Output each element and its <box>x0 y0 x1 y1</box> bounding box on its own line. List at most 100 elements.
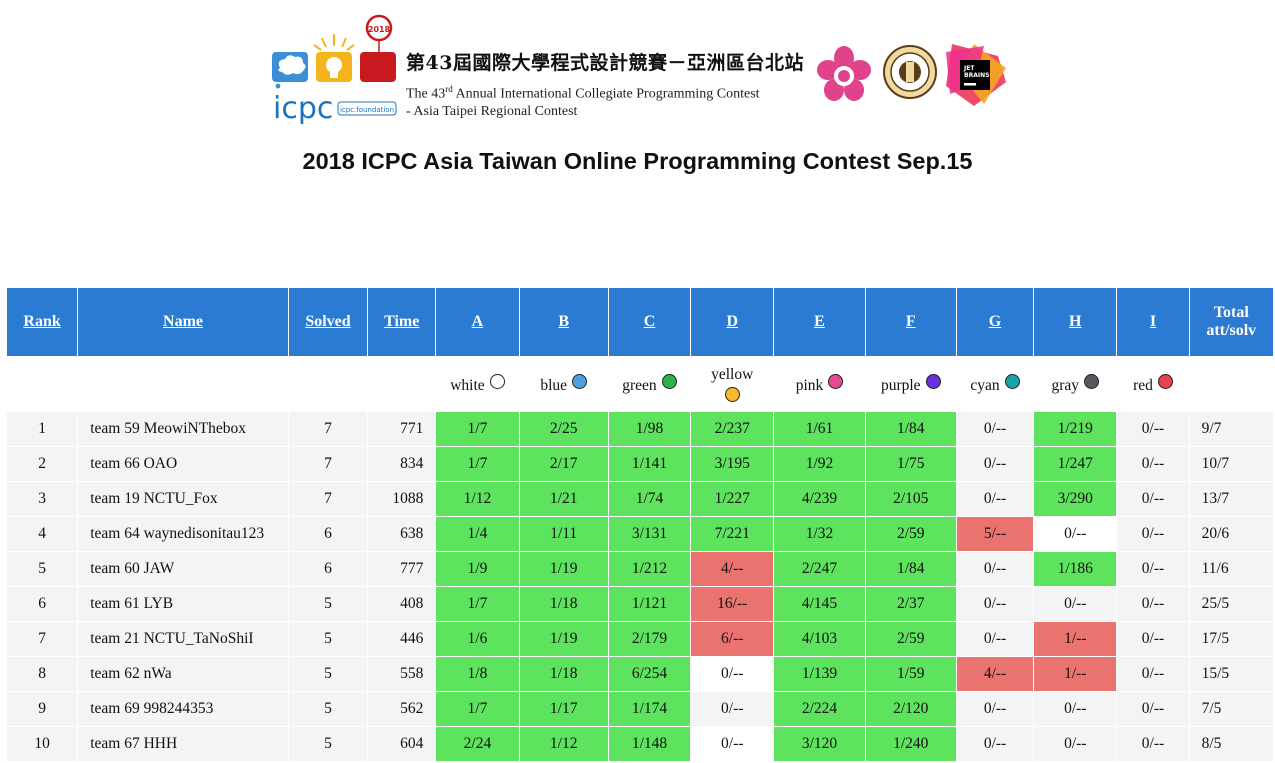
balloon-dot-icon <box>489 373 505 389</box>
svg-text:icpc.foundation: icpc.foundation <box>340 106 394 114</box>
header-problem-b[interactable]: B <box>519 288 608 356</box>
problem-result-cell: 0/-- <box>956 622 1034 656</box>
team-name-cell: team 21 NCTU_TaNoShiI <box>78 622 288 656</box>
header-name[interactable]: Name <box>78 288 288 356</box>
svg-text:2018: 2018 <box>368 25 391 34</box>
balloon-dot-icon <box>1157 373 1173 389</box>
problem-b-link[interactable]: B <box>558 313 569 330</box>
balloon-red: red <box>1117 357 1189 411</box>
icpc-logo: 2018 icpc icpc.foundation <box>272 14 397 124</box>
balloon-gray: gray <box>1034 357 1117 411</box>
time-cell: 562 <box>368 692 436 726</box>
problem-result-cell: 1/9 <box>436 552 519 586</box>
problem-e-link[interactable]: E <box>814 313 825 330</box>
rank-cell: 2 <box>7 447 78 481</box>
problem-c-link[interactable]: C <box>644 313 656 330</box>
problem-result-cell: 1/174 <box>608 692 691 726</box>
total-cell: 10/7 <box>1189 447 1273 481</box>
banner-text: 第43屆國際大學程式設計競賽－亞洲區台北站 The 43rd Annual In… <box>406 48 816 120</box>
solved-cell: 6 <box>288 552 368 586</box>
problem-result-cell: 3/290 <box>1034 482 1117 516</box>
problem-g-link[interactable]: G <box>989 313 1001 330</box>
solved-cell: 5 <box>288 657 368 691</box>
problem-result-cell: 1/21 <box>519 482 608 516</box>
time-cell: 604 <box>368 727 436 761</box>
problem-h-link[interactable]: H <box>1069 313 1081 330</box>
balloon-color-row: white blue green yellow pink purple cyan… <box>7 357 1273 411</box>
problem-result-cell: 0/-- <box>1034 587 1117 621</box>
svg-text:BRAINS: BRAINS <box>964 72 989 79</box>
problem-result-cell: 1/8 <box>436 657 519 691</box>
time-cell: 446 <box>368 622 436 656</box>
problem-result-cell: 0/-- <box>956 482 1034 516</box>
problem-result-cell: 0/-- <box>1117 727 1189 761</box>
svg-text:JET: JET <box>963 65 975 72</box>
total-cell: 8/5 <box>1189 727 1273 761</box>
header-problem-f[interactable]: F <box>865 288 956 356</box>
anniversary-flower-logo <box>817 46 871 101</box>
balloon-white: white <box>436 357 519 411</box>
header-problem-a[interactable]: A <box>436 288 519 356</box>
problem-result-cell: 1/121 <box>608 587 691 621</box>
problem-result-cell: 2/59 <box>865 517 956 551</box>
sort-rank-link[interactable]: Rank <box>23 313 60 330</box>
problem-result-cell: 0/-- <box>1117 552 1189 586</box>
header-problem-c[interactable]: C <box>608 288 691 356</box>
problem-result-cell: 1/-- <box>1034 622 1117 656</box>
header-problem-e[interactable]: E <box>774 288 865 356</box>
problem-a-link[interactable]: A <box>472 313 484 330</box>
problem-result-cell: 1/240 <box>865 727 956 761</box>
team-row: 9 team 69 998244353 5 562 1/7 1/17 1/174 0/-- 2/… <box>7 692 1273 726</box>
rank-cell: 5 <box>7 552 78 586</box>
problem-result-cell: 1/19 <box>519 552 608 586</box>
problem-result-cell: 1/84 <box>865 412 956 446</box>
time-cell: 834 <box>368 447 436 481</box>
problem-result-cell: 1/7 <box>436 692 519 726</box>
problem-result-cell: 1/98 <box>608 412 691 446</box>
header-problem-d[interactable]: D <box>691 288 774 356</box>
problem-result-cell: 0/-- <box>1117 622 1189 656</box>
contest-banner: 2018 icpc icpc.foundation 第43屆國際大學程式設計競賽… <box>268 12 1013 124</box>
header-rank[interactable]: Rank <box>7 288 78 356</box>
problem-result-cell: 1/12 <box>436 482 519 516</box>
problem-result-cell: 1/7 <box>436 412 519 446</box>
team-row: 5 team 60 JAW 6 777 1/9 1/19 1/212 4/-- 2/247 1/8… <box>7 552 1273 586</box>
balloon-blue: blue <box>519 357 608 411</box>
total-cell: 17/5 <box>1189 622 1273 656</box>
problem-result-cell: 1/59 <box>865 657 956 691</box>
problem-result-cell: 4/239 <box>774 482 865 516</box>
problem-result-cell: 1/4 <box>436 517 519 551</box>
problem-f-link[interactable]: F <box>906 313 916 330</box>
banner-title-en-2: - Asia Taipei Regional Contest <box>406 103 578 119</box>
team-row: 8 team 62 nWa 5 558 1/8 1/18 6/254 0/-- 1/139 1/5… <box>7 657 1273 691</box>
balloon-dot-icon <box>828 373 844 389</box>
problem-result-cell: 0/-- <box>691 692 774 726</box>
problem-result-cell: 2/24 <box>436 727 519 761</box>
problem-result-cell: 1/17 <box>519 692 608 726</box>
sort-solved-link[interactable]: Solved <box>305 313 350 330</box>
header-problem-i[interactable]: I <box>1117 288 1189 356</box>
header-problem-h[interactable]: H <box>1034 288 1117 356</box>
problem-result-cell: 0/-- <box>1117 657 1189 691</box>
problem-d-link[interactable]: D <box>726 313 738 330</box>
sort-name-link[interactable]: Name <box>163 313 203 330</box>
balloon-dot-icon <box>925 373 941 389</box>
problem-result-cell: 1/227 <box>691 482 774 516</box>
sort-time-link[interactable]: Time <box>384 313 419 330</box>
problem-result-cell: 1/6 <box>436 622 519 656</box>
problem-result-cell: 5/-- <box>956 517 1034 551</box>
header-time[interactable]: Time <box>368 288 436 356</box>
header-solved[interactable]: Solved <box>288 288 368 356</box>
problem-result-cell: 0/-- <box>956 447 1034 481</box>
problem-result-cell: 0/-- <box>1117 482 1189 516</box>
problem-result-cell: 1/7 <box>436 447 519 481</box>
header-problem-g[interactable]: G <box>956 288 1034 356</box>
problem-result-cell: 7/221 <box>691 517 774 551</box>
problem-i-link[interactable]: I <box>1150 313 1156 330</box>
total-cell: 7/5 <box>1189 692 1273 726</box>
total-cell: 13/7 <box>1189 482 1273 516</box>
balloon-pink: pink <box>774 357 865 411</box>
problem-result-cell: 1/61 <box>774 412 865 446</box>
team-name-cell: team 69 998244353 <box>78 692 288 726</box>
problem-result-cell: 6/254 <box>608 657 691 691</box>
